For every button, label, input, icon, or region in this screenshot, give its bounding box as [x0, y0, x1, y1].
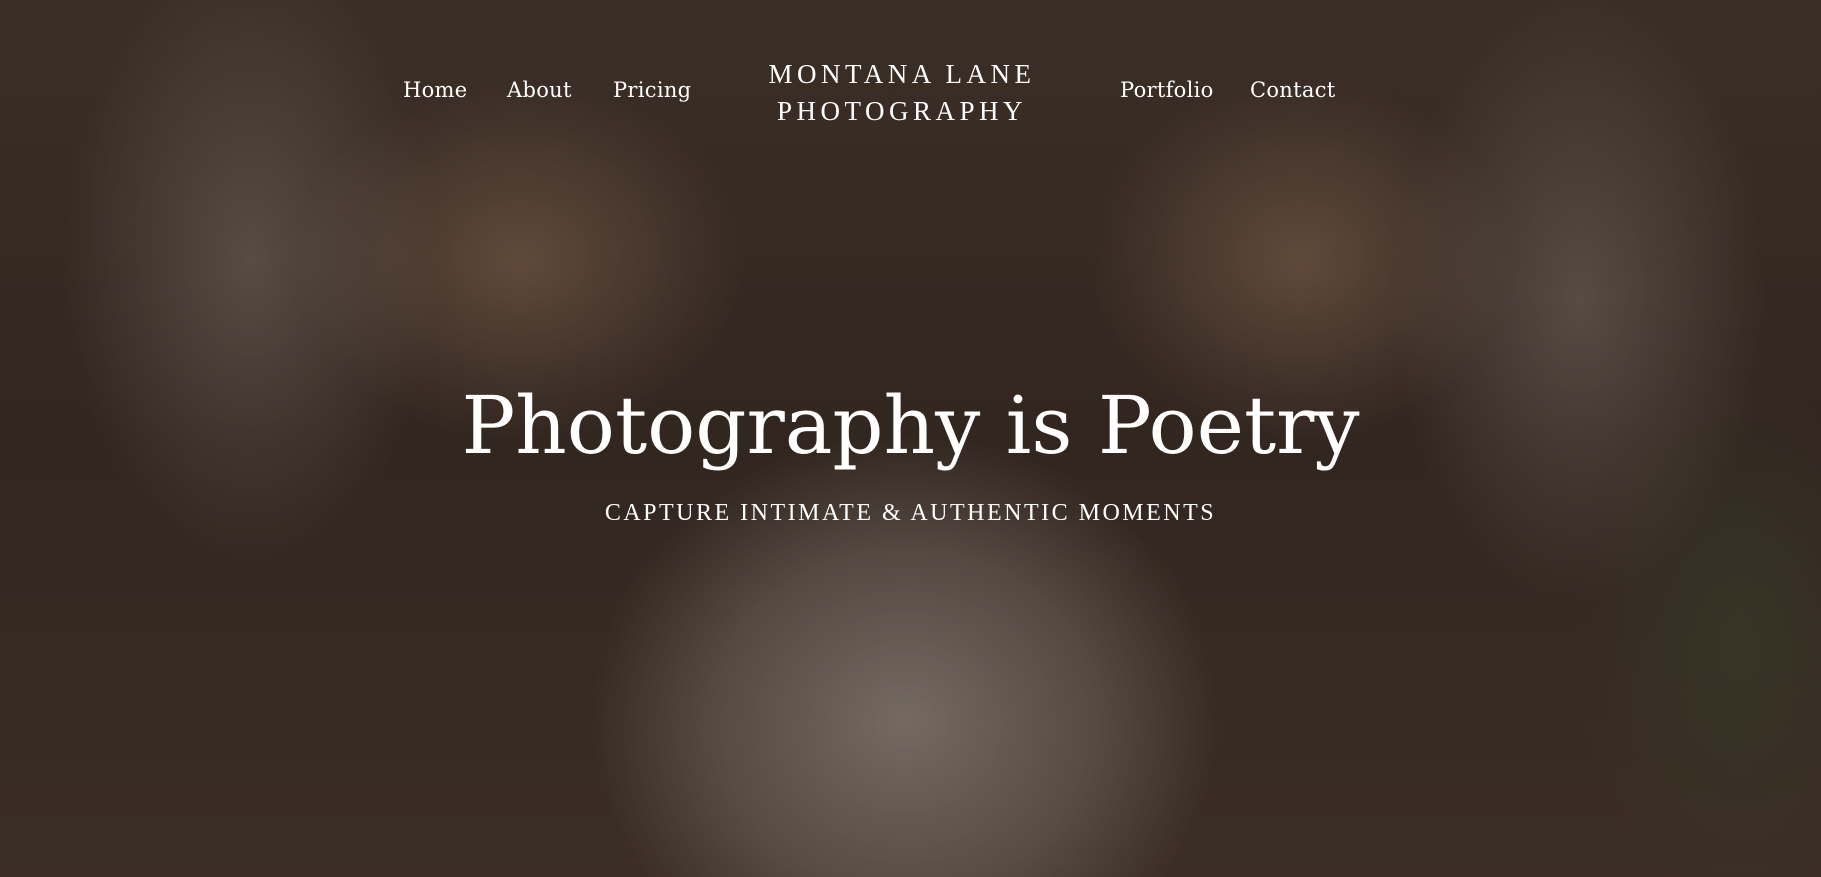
nav-link-about[interactable]: About: [507, 78, 572, 102]
hero-subheadline: CAPTURE INTIMATE & AUTHENTIC MOMENTS: [604, 500, 1217, 526]
nav-link-pricing[interactable]: Pricing: [613, 78, 691, 102]
site-logo[interactable]: MONTANA LANE PHOTOGRAPHY: [752, 56, 1052, 130]
hero-headline: Photography is Poetry: [461, 379, 1360, 472]
logo-line-2: PHOTOGRAPHY: [776, 96, 1028, 126]
logo-line-1: MONTANA LANE: [768, 59, 1036, 89]
nav-link-contact[interactable]: Contact: [1250, 78, 1336, 102]
hero-background-photo: Home About Pricing MONTANA LANE PHOTOGRA…: [0, 0, 1821, 877]
nav-link-home[interactable]: Home: [403, 78, 468, 102]
main-nav: Home About Pricing MONTANA LANE PHOTOGRA…: [0, 0, 1821, 180]
nav-link-portfolio[interactable]: Portfolio: [1120, 78, 1214, 102]
